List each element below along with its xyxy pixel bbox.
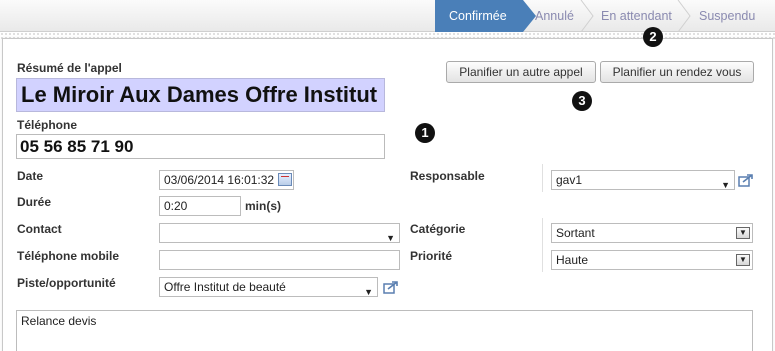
stage-suspended[interactable]: Suspendu [699, 0, 755, 32]
contact-label: Contact [17, 222, 62, 236]
duration-input[interactable]: 0:20 [159, 196, 241, 216]
opportunity-value: Offre Institut de beauté [164, 280, 286, 294]
phone-label: Téléphone [17, 118, 78, 132]
contact-select[interactable]: ▼ [159, 223, 400, 243]
schedule-meeting-button[interactable]: Planifier un rendez vous [600, 61, 754, 83]
duration-unit: min(s) [245, 199, 281, 213]
status-bar: Confirmée Annulé En attendant Suspendu [0, 0, 775, 32]
date-input[interactable]: 03/06/2014 16:01:32 [159, 170, 294, 190]
mobile-label: Téléphone mobile [17, 249, 120, 263]
annotation-badge-1: 1 [415, 123, 435, 143]
category-select[interactable]: Sortant ▼ [551, 223, 753, 243]
annotation-badge-3: 3 [572, 91, 592, 111]
stage-confirmed[interactable]: Confirmée [435, 0, 536, 32]
responsible-select[interactable]: gav1 ▼ [551, 170, 735, 190]
chevron-down-icon[interactable]: ▼ [386, 229, 395, 247]
calendar-icon[interactable] [278, 173, 292, 186]
priority-select[interactable]: Haute ▼ [551, 250, 753, 270]
responsible-value: gav1 [556, 173, 583, 187]
summary-input[interactable]: Le Miroir Aux Dames Offre Institut de be… [16, 78, 385, 112]
summary-label: Résumé de l'appel [17, 61, 122, 75]
external-link-icon[interactable] [383, 280, 399, 294]
category-value: Sortant [556, 226, 595, 240]
column-divider [542, 218, 543, 272]
date-label: Date [17, 169, 44, 183]
date-value: 03/06/2014 16:01:32 [164, 173, 275, 187]
chevron-down-icon[interactable]: ▼ [364, 283, 373, 301]
stage-separator-icon [677, 0, 691, 32]
external-link-icon[interactable] [738, 173, 754, 187]
mobile-input[interactable] [159, 250, 400, 270]
column-divider [542, 164, 543, 192]
opportunity-label: Piste/opportunité [17, 276, 116, 290]
duration-label: Durée [17, 195, 52, 209]
dropdown-arrow-icon[interactable]: ▼ [736, 254, 750, 266]
schedule-call-button[interactable]: Planifier un autre appel [446, 61, 596, 83]
stage-separator-icon [580, 0, 594, 32]
opportunity-select[interactable]: Offre Institut de beauté ▼ [159, 277, 378, 297]
notes-textarea[interactable]: Relance devis [16, 310, 753, 351]
category-label: Catégorie [410, 222, 466, 236]
phone-input[interactable]: 05 56 85 71 90 [16, 134, 385, 159]
annotation-badge-2: 2 [643, 27, 663, 47]
priority-value: Haute [556, 253, 589, 267]
chevron-down-icon[interactable]: ▼ [721, 176, 730, 194]
stage-cancelled[interactable]: Annulé [535, 0, 574, 32]
responsible-label: Responsable [410, 169, 485, 183]
dropdown-arrow-icon[interactable]: ▼ [736, 227, 750, 239]
priority-label: Priorité [410, 249, 453, 263]
stage-pending[interactable]: En attendant [601, 0, 672, 32]
